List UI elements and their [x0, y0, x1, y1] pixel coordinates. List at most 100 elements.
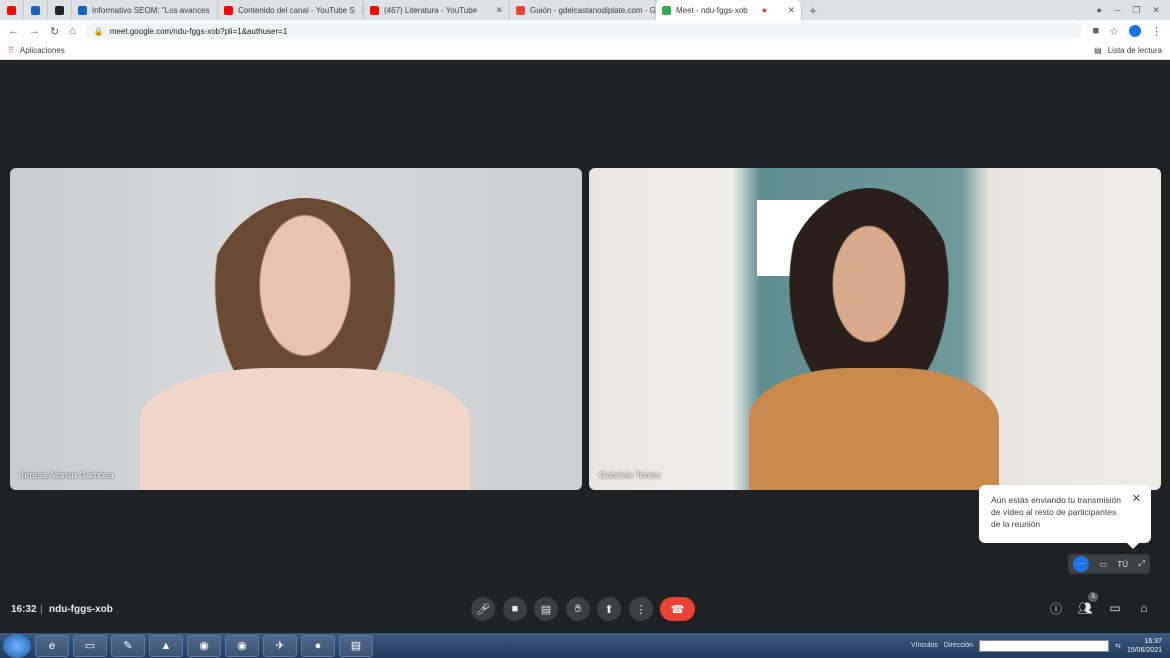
hand-icon: ✋︎	[574, 602, 582, 615]
microphone-icon: 🎤︎	[476, 603, 490, 616]
taskbar-paint-icon[interactable]: ✎	[111, 634, 145, 657]
menu-icon[interactable]: ⋮	[1151, 25, 1162, 38]
system-clock[interactable]: 16:37 15/06/2021	[1127, 637, 1162, 655]
people-icon: 👥︎	[1077, 601, 1093, 615]
close-icon[interactable]: ✕	[1132, 493, 1141, 505]
clock-date: 15/06/2021	[1126, 646, 1162, 654]
reading-list-label[interactable]: Lista de lectura	[1108, 46, 1162, 55]
url-text: meet.google.com/ndu-fggs-xob?pli=1&authu…	[109, 26, 288, 36]
camera-icon[interactable]: ▭	[1099, 560, 1107, 569]
taskbar-app-icon[interactable]: ✈	[263, 634, 297, 657]
reading-list-icon[interactable]: ▤	[1094, 46, 1102, 55]
go-arrow-icon[interactable]: ⇆	[1115, 642, 1121, 650]
close-tab-icon[interactable]: ✕	[355, 5, 363, 16]
tab-contenido-canal[interactable]: Contenido del canal - YouTube S✕	[218, 0, 364, 20]
captions-button[interactable]: ▤	[534, 597, 558, 621]
youtube-icon	[370, 5, 379, 15]
participant-blouse	[749, 368, 999, 490]
activities-icon: ⌂	[1140, 601, 1148, 615]
close-tab-icon[interactable]: ✕	[489, 5, 503, 16]
taskbar-recorder-icon[interactable]: ●	[301, 634, 335, 657]
tab-youtube-pinned[interactable]	[0, 0, 24, 20]
tab-pinned-2[interactable]	[24, 0, 48, 20]
site-icon	[55, 5, 64, 15]
youtube-icon	[224, 5, 233, 15]
tab-title: Contenido del canal - YouTube S	[238, 5, 355, 15]
more-options-button[interactable]: ⋮	[629, 597, 653, 621]
meeting-controls-bar: 16:32 | ndu-fggs-xob 🎤︎ ■ ▤ ✋︎ ⬆ ⋮ ☎ ⓘ 👥…	[0, 594, 1170, 624]
video-tile-teresa[interactable]: Teresa Alonso Garbosa	[10, 168, 582, 490]
tab-informativo[interactable]: Informativo SEOM: "Los avances✕	[72, 0, 218, 20]
window-controls: ● ─ ❐ ✕	[1097, 5, 1170, 16]
self-view-controls: ··· ▭ TÚ ⤢	[1068, 554, 1150, 574]
bookmarks-bar: ⠿ Aplicaciones ▤ Lista de lectura	[0, 42, 1170, 60]
participant-name: Teresa Alonso Garbosa	[20, 470, 114, 480]
new-tab-button[interactable]: +	[802, 3, 824, 18]
taskbar-tray: Vínculos Dirección ⇆ 16:37 15/06/2021	[911, 637, 1170, 655]
expand-icon[interactable]: ⤢	[1138, 559, 1144, 569]
close-tab-icon[interactable]: ✕	[781, 5, 795, 16]
youtube-icon	[7, 5, 16, 15]
tab-title: Guión - gdelcastanodiplate.com - G	[530, 5, 656, 15]
taskbar-address-input[interactable]	[979, 639, 1110, 652]
tab-meet[interactable]: Meet - ndu-fggs-xob ● ✕	[656, 0, 802, 20]
browser-tab-strip: Informativo SEOM: "Los avances✕ Contenid…	[0, 0, 1170, 20]
lock-icon: 🔒	[93, 26, 104, 36]
more-options-icon[interactable]: ···	[1073, 556, 1090, 572]
meeting-details-button[interactable]: ⓘ	[1047, 599, 1065, 617]
activities-button[interactable]: ⌂	[1135, 599, 1153, 617]
profile-avatar-icon[interactable]	[1129, 25, 1141, 37]
address-bar[interactable]: 🔒 meet.google.com/ndu-fggs-xob?pli=1&aut…	[85, 23, 1083, 39]
camera-button[interactable]: ■	[503, 597, 527, 621]
maximize-icon[interactable]: ❐	[1132, 5, 1140, 16]
taskbar-ie-icon[interactable]: e	[35, 634, 69, 657]
time-separator: |	[40, 603, 43, 615]
meet-icon	[662, 5, 671, 15]
participant-shirt	[140, 368, 470, 490]
chat-icon: ▭	[1109, 601, 1121, 615]
camera-icon: ■	[511, 603, 519, 615]
present-icon: ⬆	[604, 603, 614, 616]
taskbar-vlc-icon[interactable]: ▲	[149, 634, 183, 657]
taskbar-chrome-icon[interactable]: ◉	[187, 634, 221, 657]
reload-icon[interactable]: ↻	[50, 25, 59, 38]
captions-icon: ▤	[540, 603, 552, 616]
video-notice-popup: Aún estás enviando tu transmisión de víd…	[979, 485, 1151, 549]
leave-call-button[interactable]: ☎	[660, 597, 695, 621]
taskbar-document-icon[interactable]: ▤	[339, 634, 373, 657]
present-button[interactable]: ⬆	[597, 597, 621, 621]
participant-name: Gabriela Torres	[599, 470, 661, 480]
address-label: Dirección	[943, 642, 974, 649]
microphone-button[interactable]: 🎤︎	[471, 597, 495, 621]
star-icon[interactable]: ☆	[1109, 25, 1119, 38]
info-icon: ⓘ	[1049, 601, 1062, 616]
tab-pinned-3[interactable]	[48, 0, 72, 20]
links-label[interactable]: Vínculos	[911, 642, 938, 649]
apps-grid-icon[interactable]: ⠿	[8, 46, 14, 55]
video-tile-gabriela[interactable]: Gabriela Torres	[589, 168, 1161, 490]
camera-permission-icon[interactable]: ■	[1092, 25, 1099, 37]
bookmark-apps[interactable]: Aplicaciones	[20, 46, 65, 55]
more-vert-icon: ⋮	[635, 603, 647, 616]
back-icon[interactable]: ←	[8, 25, 19, 37]
recording-icon: ●	[761, 5, 768, 15]
meeting-time: 16:32	[11, 603, 37, 615]
participants-count-badge: 3	[1088, 592, 1098, 602]
close-tab-icon[interactable]: ✕	[210, 5, 217, 16]
windows-taskbar: e ▭ ✎ ▲ ◉ ◉ ✈ ● ▤ Vínculos Dirección ⇆ 1…	[0, 633, 1170, 658]
tab-title: (467) Literatura - YouTube	[384, 5, 478, 15]
minimize-icon[interactable]: ─	[1114, 5, 1120, 16]
taskbar-chrome-icon-2[interactable]: ◉	[225, 634, 259, 657]
taskbar-folder-icon[interactable]: ▭	[73, 634, 107, 657]
self-label: TÚ	[1117, 559, 1129, 569]
forward-icon[interactable]: →	[29, 25, 40, 37]
raise-hand-button[interactable]: ✋︎	[566, 597, 590, 621]
close-window-icon[interactable]: ✕	[1152, 5, 1160, 16]
chat-button[interactable]: ▭	[1106, 599, 1124, 617]
start-button-icon[interactable]	[3, 633, 31, 658]
tab-literatura[interactable]: (467) Literatura - YouTube ✕	[364, 0, 510, 20]
tab-guion[interactable]: Guión - gdelcastanodiplate.com - G✕	[510, 0, 656, 20]
profile-dot-icon[interactable]: ●	[1097, 5, 1102, 16]
home-icon[interactable]: ⌂	[69, 25, 76, 37]
notice-text: Aún estás enviando tu transmisión de víd…	[991, 495, 1121, 529]
